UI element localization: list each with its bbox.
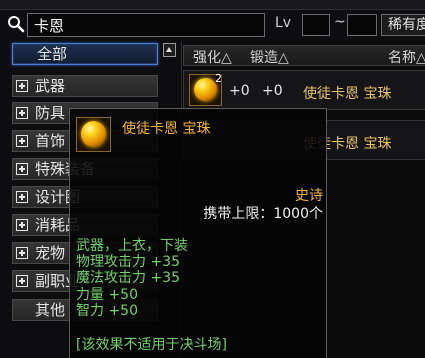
category-all[interactable]: 全部 (12, 43, 158, 65)
rarity-dropdown[interactable]: 稀有度 (381, 14, 425, 36)
tooltip-rarity: 史诗 (295, 188, 323, 204)
tooltip-title: 使徒卡恩 宝珠 (122, 121, 211, 137)
expand-icon[interactable] (16, 135, 28, 147)
top-bar (0, 0, 425, 10)
expand-icon[interactable] (16, 163, 28, 175)
result-row[interactable]: 2 +0 +0 使徒卡恩 宝珠 (183, 70, 425, 110)
triangle-up-icon (166, 47, 172, 52)
category-label: 防具 (35, 104, 66, 122)
item-tooltip: 使徒卡恩 宝珠 史诗 携带上限：1000个 武器，上衣，下装 物理攻击力 +35… (69, 108, 327, 358)
expand-icon[interactable] (16, 247, 28, 259)
column-header-name[interactable]: 名称△ (388, 47, 425, 65)
column-header-forge[interactable]: 锻造△ (250, 47, 289, 65)
expand-icon[interactable] (16, 191, 28, 203)
category-label: 武器 (35, 77, 66, 95)
column-header-enhance[interactable]: 强化△ (193, 47, 232, 65)
category-label: 全部 (37, 45, 68, 63)
search-input[interactable] (27, 13, 265, 37)
level-label: Lv (275, 15, 292, 31)
enhance-value: +0 (229, 83, 250, 99)
forge-value: +0 (262, 83, 283, 99)
tooltip-note: [该效果不适用于决斗场] (76, 337, 227, 353)
expand-icon[interactable] (16, 219, 28, 231)
orb-icon (76, 117, 111, 152)
range-separator: ~ (334, 14, 346, 30)
search-icon (8, 16, 25, 33)
scroll-up-button[interactable] (163, 43, 176, 57)
tooltip-carry-limit: 携带上限：1000个 (203, 206, 323, 222)
item-name: 使徒卡恩 宝珠 (303, 86, 392, 102)
column-header-bar: 强化△ 锻造△ 名称△ (183, 45, 425, 66)
expand-icon[interactable] (16, 107, 28, 119)
category-weapon[interactable]: 武器 (12, 75, 158, 97)
expand-icon[interactable] (16, 80, 28, 92)
rarity-label: 稀有度 (388, 17, 425, 33)
tooltip-stat: 智力 +50 (76, 303, 138, 319)
category-label: 宠物 (35, 244, 66, 262)
level-min-input[interactable] (302, 14, 330, 36)
level-max-input[interactable] (347, 14, 377, 36)
expand-icon[interactable] (16, 275, 28, 287)
item-count-badge: 2 (215, 72, 222, 85)
category-label: 其他 (35, 301, 66, 319)
category-label: 首饰 (35, 132, 66, 150)
